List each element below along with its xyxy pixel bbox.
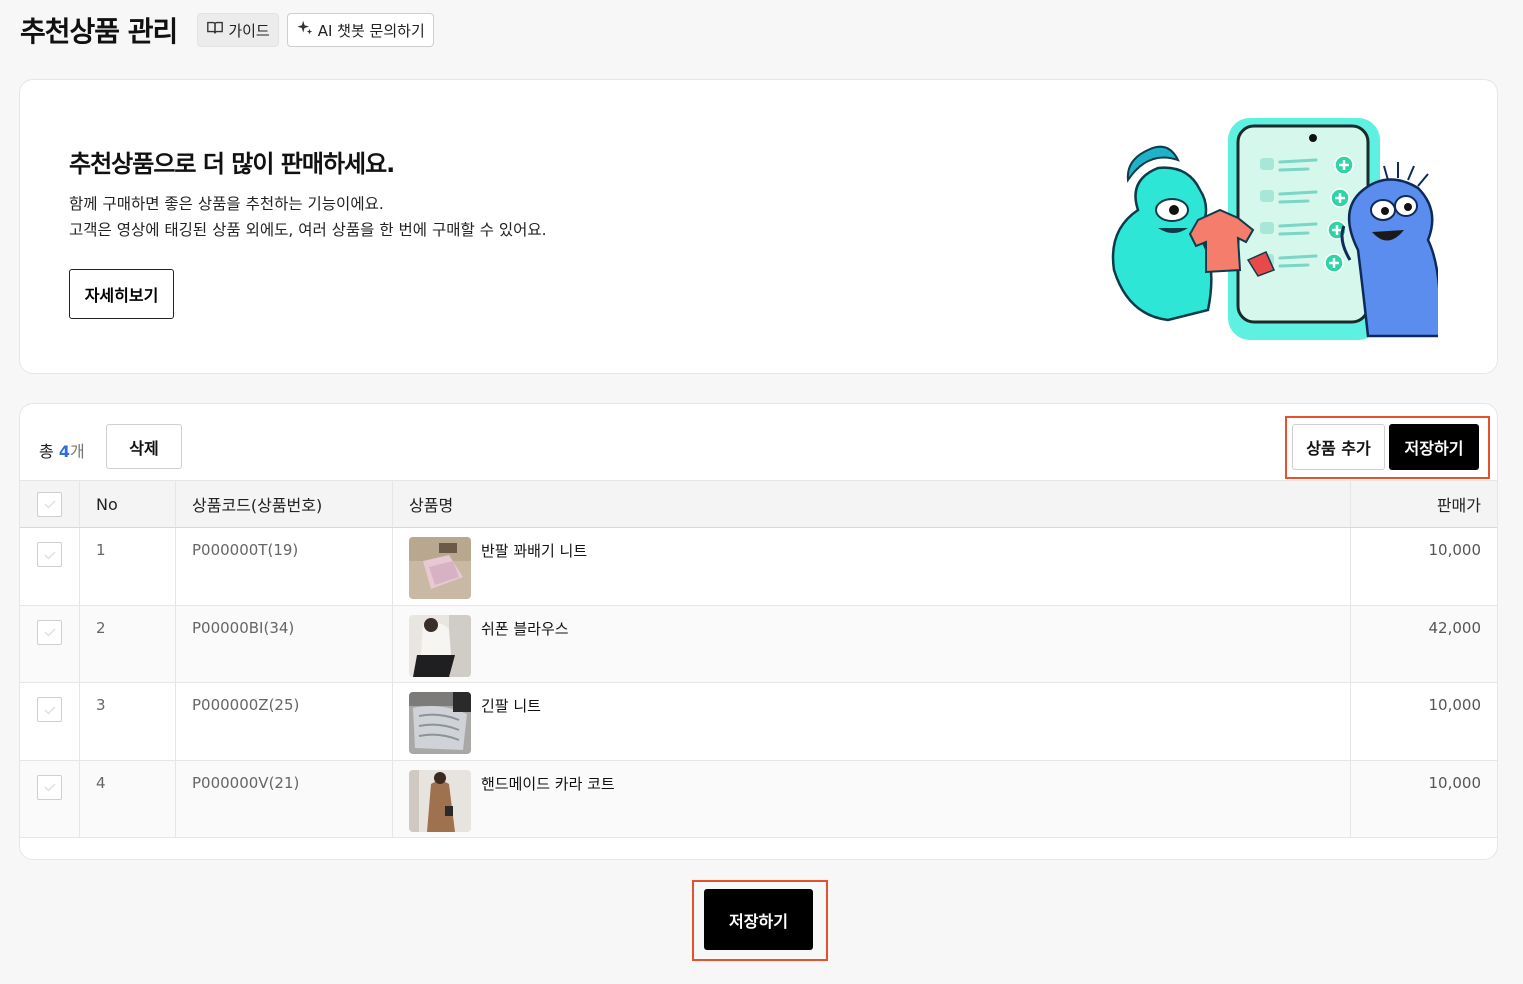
row-name-cell: 긴팔 니트 <box>393 683 1351 760</box>
table-header: No 상품코드(상품번호) 상품명 판매가 <box>20 480 1497 528</box>
total-prefix: 총 <box>39 442 59 461</box>
row-name-cell: 반팔 꽈배기 니트 <box>393 528 1351 605</box>
guide-button[interactable]: 가이드 <box>197 13 279 47</box>
product-thumbnail <box>409 769 471 832</box>
row-price: 10,000 <box>1428 773 1482 792</box>
product-name: 긴팔 니트 <box>481 697 541 715</box>
row-code: P00000BI(34) <box>176 605 393 682</box>
table-row: 1 P000000T(19) 반팔 꽈배기 니트 10,000 <box>20 528 1497 606</box>
product-thumbnail <box>409 614 471 677</box>
product-thumbnail <box>409 692 471 754</box>
row-no: 2 <box>80 605 176 682</box>
column-header-price: 판매가 <box>1436 496 1481 515</box>
row-price: 10,000 <box>1428 696 1482 714</box>
product-name: 쉬폰 블라우스 <box>481 619 569 638</box>
total-unit: 개 <box>69 442 85 461</box>
total-count: 총 4개 <box>39 438 85 462</box>
row-code: P000000T(19) <box>176 528 393 605</box>
row-code: P000000Z(25) <box>176 683 393 760</box>
view-details-button[interactable]: 자세히보기 <box>69 269 174 319</box>
column-header-code: 상품코드(상품번호) <box>176 481 393 527</box>
row-checkbox[interactable] <box>37 542 62 567</box>
product-name: 핸드메이드 카라 코트 <box>481 774 615 793</box>
row-name-cell: 쉬폰 블라우스 <box>393 605 1351 682</box>
save-button-top[interactable]: 저장하기 <box>1389 424 1479 470</box>
row-checkbox[interactable] <box>37 697 62 722</box>
column-header-name: 상품명 <box>393 481 1351 527</box>
table-row: 3 P000000Z(25) 긴팔 니트 10,000 <box>20 683 1497 761</box>
table-row: 2 P00000BI(34) 쉬폰 블라우스 42,000 <box>20 605 1497 683</box>
table-row: 4 P000000V(21) 핸드메이드 카라 코트 10,000 <box>20 760 1497 838</box>
header-checkbox-cell <box>20 481 80 527</box>
row-no: 4 <box>80 760 176 837</box>
guide-label: 가이드 <box>228 21 270 40</box>
book-icon <box>206 19 224 41</box>
recommendation-illustration <box>1088 110 1442 342</box>
total-count-value: 4 <box>58 442 70 461</box>
column-header-no: No <box>80 481 176 527</box>
save-button-bottom[interactable]: 저장하기 <box>704 889 813 950</box>
row-checkbox[interactable] <box>37 774 62 800</box>
page-header: 추천상품 관리 가이드 AI 챗봇 문의하기 <box>20 10 434 50</box>
row-checkbox-cell <box>20 760 80 837</box>
row-no: 1 <box>80 528 176 605</box>
page-title: 추천상품 관리 <box>20 15 178 48</box>
delete-button[interactable]: 삭제 <box>106 424 182 469</box>
row-checkbox-cell <box>20 528 80 605</box>
banner-desc-line: 함께 구매하면 좋은 상품을 추천하는 기능이에요. <box>69 195 384 213</box>
row-checkbox[interactable] <box>37 619 62 645</box>
banner-description: 함께 구매하면 좋은 상품을 추천하는 기능이에요. 고객은 영상에 태깅된 상… <box>69 191 547 243</box>
row-checkbox-cell <box>20 683 80 760</box>
row-code: P000000V(21) <box>176 760 393 837</box>
row-price: 10,000 <box>1428 541 1482 559</box>
sparkle-icon <box>296 19 314 41</box>
row-price: 42,000 <box>1428 618 1482 637</box>
ai-chatbot-label: AI 챗봇 문의하기 <box>317 21 425 40</box>
add-product-button[interactable]: 상품 추가 <box>1292 424 1385 470</box>
row-name-cell: 핸드메이드 카라 코트 <box>393 760 1351 837</box>
banner-desc-line: 고객은 영상에 태깅된 상품 외에도, 여러 상품을 한 번에 구매할 수 있어… <box>69 221 547 239</box>
product-table: No 상품코드(상품번호) 상품명 판매가 1 P000000T(19) 반팔 … <box>20 480 1497 838</box>
product-name: 반팔 꽈배기 니트 <box>481 542 588 560</box>
product-thumbnail <box>409 537 471 599</box>
select-all-checkbox[interactable] <box>37 491 62 517</box>
ai-chatbot-button[interactable]: AI 챗봇 문의하기 <box>286 13 434 47</box>
promo-banner: 추천상품으로 더 많이 판매하세요. 함께 구매하면 좋은 상품을 추천하는 기… <box>19 79 1498 374</box>
product-list-panel: 총 4개 삭제 상품 추가 저장하기 No 상품코드(상품번호) 상품명 판매가… <box>19 403 1498 860</box>
row-no: 3 <box>80 683 176 760</box>
row-checkbox-cell <box>20 605 80 682</box>
banner-title: 추천상품으로 더 많이 판매하세요. <box>69 150 395 178</box>
